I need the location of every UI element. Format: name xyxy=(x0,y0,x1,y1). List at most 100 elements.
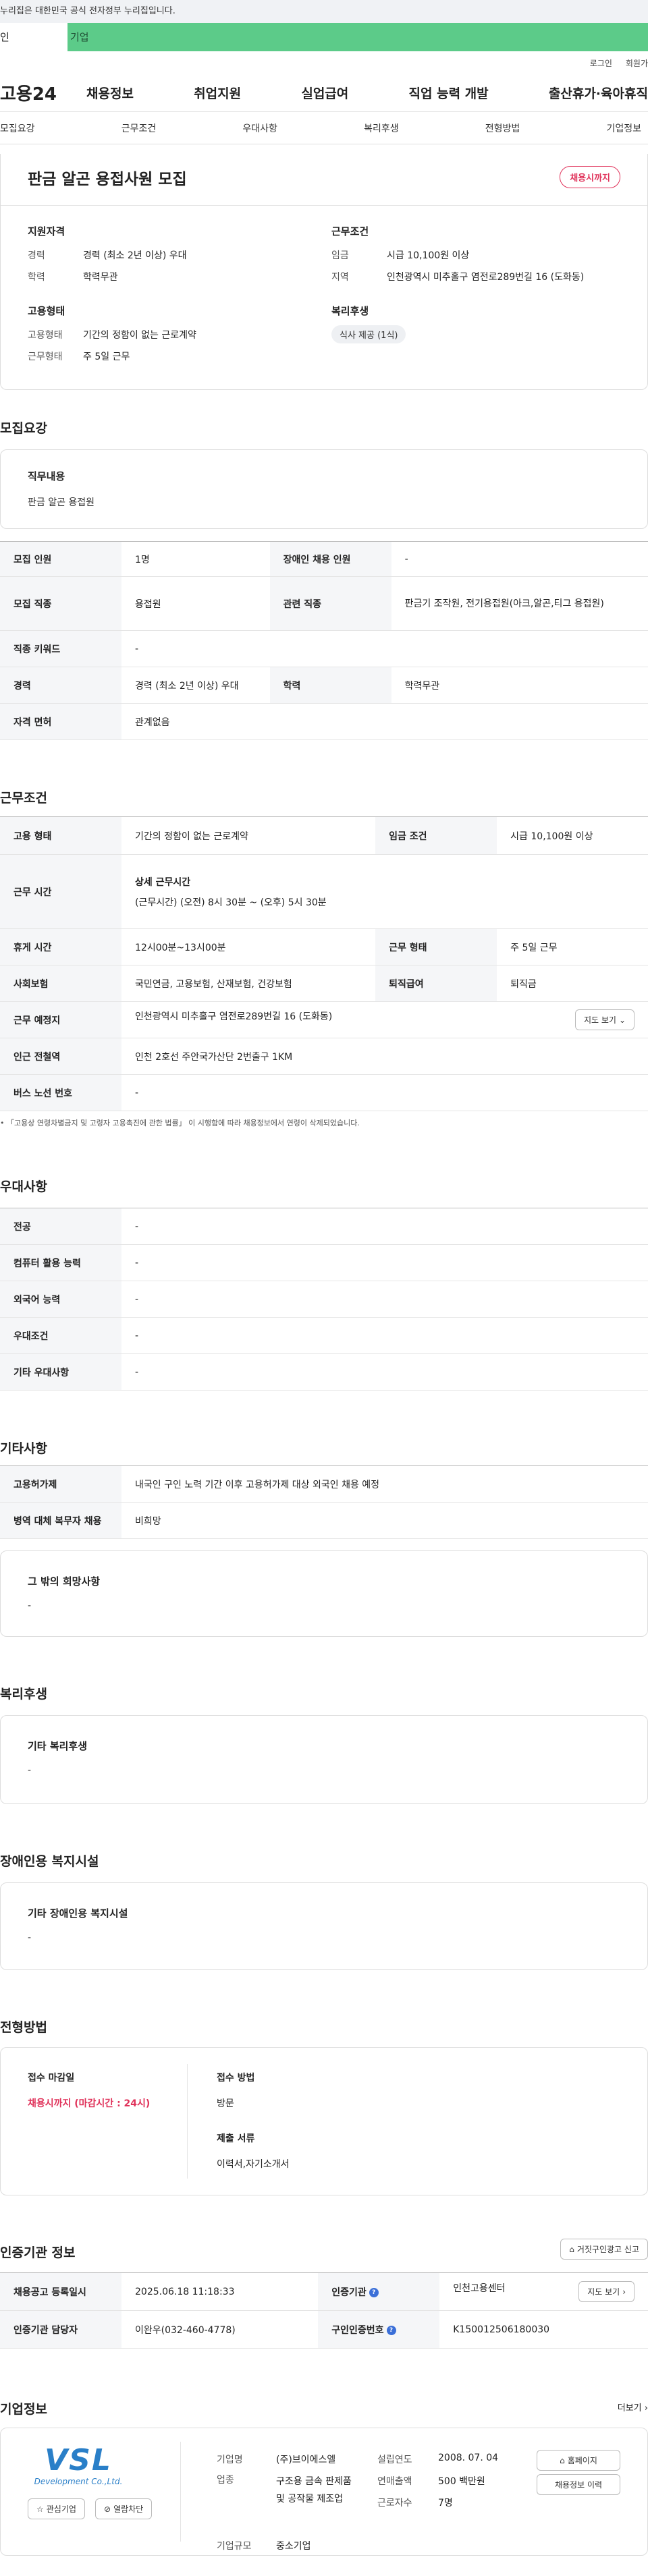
welfare-box: 기타 복리후생 - xyxy=(0,1715,648,1804)
table-row: 모집 직종 용접원 관련 직종 판금기 조작원, 전기용접원(아크,알곤,티그 용접원… xyxy=(0,576,648,631)
worktype-value: 주 5일 근무 xyxy=(83,352,130,362)
deadline-value: 채용시까지 (마감시간 : 24시) xyxy=(28,2098,151,2109)
row-label: 우대조건 xyxy=(0,1317,122,1354)
row-value: 관계없음 xyxy=(122,703,648,740)
block-icon: ⊘ xyxy=(104,2504,111,2514)
help-icon[interactable]: ? xyxy=(386,2325,396,2335)
more-link[interactable]: 더보기 › xyxy=(618,2401,648,2413)
job-history-button[interactable]: 채용정보 이력 xyxy=(537,2474,620,2495)
row-label: 근무 예정지 xyxy=(0,1001,122,1038)
table-row: 외국어 능력 - xyxy=(0,1281,648,1318)
hope-box: 그 밖의 희망사항 - xyxy=(0,1550,648,1637)
table-row: 병역 대체 복무자 채용 비희망 xyxy=(0,1502,648,1539)
row-label: 인증기관 xyxy=(331,2287,367,2298)
docs-heading: 제출 서류 xyxy=(217,2133,255,2144)
tab-individual[interactable]: 인 xyxy=(0,23,68,51)
job-title: 판금 알곤 용접사원 모집 xyxy=(28,171,187,188)
block-button-label: 열람차단 xyxy=(113,2504,144,2514)
edu-value: 학력무관 xyxy=(83,272,118,283)
row-value: 국민연금, 고용보험, 산재보험, 건강보험 xyxy=(122,965,376,1002)
row-value: - xyxy=(122,1317,648,1354)
report-button[interactable]: ⌂ 거짓구인광고 신고 xyxy=(560,2239,648,2260)
work-hours-value: (근무시간) (오전) 8시 30분 ~ (오후) 5시 30분 xyxy=(135,897,327,908)
row-label: 외국어 능력 xyxy=(0,1281,122,1318)
row-label: 관련 직종 xyxy=(269,576,392,631)
gov-notice: 누리집은 대한민국 공식 전자정부 누리집입니다. xyxy=(0,0,648,23)
etc-table: 고용허가제 내국인 구인 노력 기간 이후 고용허가제 대상 외국인 채용 예정 … xyxy=(0,1465,648,1539)
sales-label: 연매출액 xyxy=(377,2476,412,2487)
age-notice: • 「고용상 연령차별금지 및 고령자 고용촉진에 관한 법률」 이 시행함에 … xyxy=(0,1119,360,1127)
row-value: - xyxy=(122,1074,648,1111)
table-row: 모집 인원 1명 장애인 채용 인원 - xyxy=(0,541,648,577)
row-label: 고용허가제 xyxy=(0,1465,122,1503)
gnb-item-leave[interactable]: 출산휴가·육아휴직 xyxy=(549,84,648,102)
row-label: 직종 키워드 xyxy=(0,630,122,667)
row-value: - xyxy=(122,630,648,667)
signup-link[interactable]: 회원가 xyxy=(626,57,648,69)
table-row: 고용허가제 내국인 구인 노력 기간 이후 고용허가제 대상 외국인 채용 예정 xyxy=(0,1465,648,1503)
industry-label: 업종 xyxy=(217,2475,234,2486)
gnb-item-support[interactable]: 취업지원 xyxy=(194,84,241,102)
region-label: 지역 xyxy=(331,272,349,283)
work-location-value: 인천광역시 미추홀구 염전로289번길 16 (도화동) xyxy=(135,1011,333,1022)
star-icon: ☆ xyxy=(36,2504,44,2514)
table-row: 휴게 시간 12시00분~13시00분 근무 형태 주 5일 근무 xyxy=(0,928,648,965)
row-value: - xyxy=(391,541,648,577)
disabled-box: 기타 장애인용 복지시설 - xyxy=(0,1882,648,1970)
etc-section-title: 기타사항 xyxy=(0,1441,47,1456)
subnav-item-preference[interactable]: 우대사항 xyxy=(242,121,277,135)
table-row: 근무 예정지 인천광역시 미추홀구 염전로289번길 16 (도화동) 지도 보기 ⌄ xyxy=(0,1001,648,1038)
global-nav: 고용24 채용정보 취업지원 실업급여 직업 능력 개발 출산휴가·육아휴직 xyxy=(0,74,648,112)
region-value: 인천광역시 미추홀구 염전로289번길 16 (도화동) xyxy=(387,272,585,283)
row-value: 2025.06.18 11:18:33 xyxy=(122,2272,319,2311)
more-link-label: 더보기 xyxy=(617,2403,642,2413)
login-link[interactable]: 로그인 xyxy=(590,57,612,69)
subnav-item-screening[interactable]: 전형방법 xyxy=(485,121,520,135)
row-label: 학력 xyxy=(269,667,392,704)
block-button[interactable]: ⊘ 열람차단 xyxy=(95,2498,153,2519)
table-row: 자격 면허 관계없음 xyxy=(0,703,648,740)
map-button[interactable]: 지도 보기 ⌄ xyxy=(574,1009,634,1030)
subnav-item-conditions[interactable]: 근무조건 xyxy=(122,121,157,135)
gnb-item-benefit[interactable]: 실업급여 xyxy=(301,84,348,102)
company-size-value: 중소기업 xyxy=(276,2541,311,2552)
employment-label: 고용형태 xyxy=(28,330,63,341)
hope-heading: 그 밖의 희망사항 xyxy=(28,1575,101,1588)
favorite-button[interactable]: ☆ 관심기업 xyxy=(28,2498,85,2519)
row-label: 채용공고 등록일시 xyxy=(0,2272,122,2311)
row-value: - xyxy=(122,1244,648,1281)
job-desc-value: 판금 알곤 용접원 xyxy=(28,497,95,508)
subnav-item-recruit[interactable]: 모집요강 xyxy=(0,121,35,135)
chevron-right-icon: › xyxy=(622,2287,626,2297)
gnb-item-training[interactable]: 직업 능력 개발 xyxy=(409,84,489,102)
age-notice-text: 「고용상 연령차별금지 및 고령자 고용촉진에 관한 법률」 이 시행함에 따라… xyxy=(7,1119,360,1127)
welfare-box-heading: 기타 복리후생 xyxy=(28,1740,88,1752)
row-label: 인근 전철역 xyxy=(0,1038,122,1075)
row-value: 시급 10,100원 이상 xyxy=(497,816,648,855)
homepage-button[interactable]: ⌂ 홈페이지 xyxy=(537,2450,620,2471)
table-row: 채용공고 등록일시 2025.06.18 11:18:33 인증기관? 인천고용센터 지… xyxy=(0,2272,648,2311)
map-button-label: 지도 보기 xyxy=(583,1015,616,1025)
table-row: 고용 형태 기간의 정함이 없는 근로계약 임금 조건 시급 10,100원 이상 xyxy=(0,816,648,855)
row-label: 임금 조건 xyxy=(375,816,497,855)
gnb-item-jobs[interactable]: 채용정보 xyxy=(86,84,134,102)
company-logo-mark: VSL xyxy=(45,2443,112,2477)
company-name-value: (주)브이에스엘 xyxy=(276,2455,336,2465)
welfare-heading: 복리후생 xyxy=(331,305,369,317)
subnav-item-welfare[interactable]: 복리후생 xyxy=(364,121,399,135)
auth-map-button[interactable]: 지도 보기 › xyxy=(578,2281,634,2302)
auth-map-button-label: 지도 보기 xyxy=(587,2287,620,2297)
employees-label: 근로자수 xyxy=(377,2498,412,2509)
table-row: 우대조건 - xyxy=(0,1317,648,1354)
row-value: 인천고용센터 xyxy=(453,2283,506,2294)
row-label: 휴게 시간 xyxy=(0,928,122,965)
row-label: 자격 면허 xyxy=(0,703,122,740)
row-label: 근무 형태 xyxy=(375,928,497,965)
row-label: 병역 대체 복무자 채용 xyxy=(0,1502,122,1539)
job-summary-card: 판금 알곤 용접사원 모집 채용시까지 지원자격 경력 경력 (최소 2년 이상)… xyxy=(0,154,648,390)
help-icon[interactable]: ? xyxy=(369,2287,379,2297)
subnav-item-company[interactable]: 기업정보 xyxy=(606,121,641,135)
logo[interactable]: 고용24 xyxy=(0,80,86,105)
row-value: 비희망 xyxy=(122,1502,648,1539)
tab-company[interactable]: 기업 xyxy=(68,23,648,51)
